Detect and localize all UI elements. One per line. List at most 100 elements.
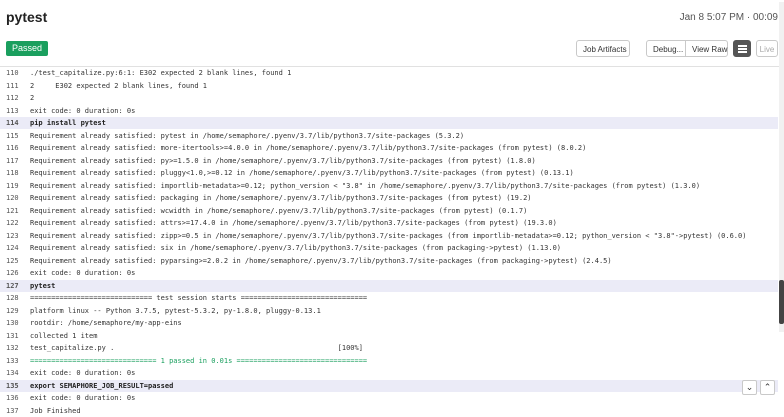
line-text: Requirement already satisfied: pytest in… — [30, 131, 465, 140]
line-text: Requirement already satisfied: pyparsing… — [30, 256, 612, 265]
line-number[interactable]: 127 — [6, 280, 24, 292]
log-line: 134 exit code: 0 duration: 0s — [0, 367, 778, 379]
line-text: Job Finished — [30, 406, 81, 415]
line-number[interactable]: 114 — [6, 117, 24, 129]
line-number[interactable]: 122 — [6, 217, 24, 229]
log-line: 117 Requirement already satisfied: py>=1.… — [0, 155, 778, 167]
line-text: Requirement already satisfied: py>=1.5.0… — [30, 156, 536, 165]
log-command-line[interactable]: 135 export SEMAPHORE_JOB_RESULT=passed — [0, 379, 778, 392]
log-command-line[interactable]: 127 pytest — [0, 279, 778, 292]
line-number[interactable]: 116 — [6, 142, 24, 154]
line-number[interactable]: 117 — [6, 155, 24, 167]
line-text: Requirement already satisfied: importlib… — [30, 181, 701, 190]
line-text: ./test_capitalize.py:6:1: E302 expected … — [30, 69, 292, 77]
line-text: pip install pytest — [30, 119, 106, 127]
line-number[interactable]: 123 — [6, 230, 24, 242]
line-text: Requirement already satisfied: pluggy<1.… — [30, 169, 574, 177]
debug-button[interactable]: Debug... — [646, 40, 686, 57]
live-button[interactable]: Live — [756, 40, 778, 57]
line-number[interactable]: 126 — [6, 267, 24, 279]
log-line: 118 Requirement already satisfied: pluggy… — [0, 167, 778, 179]
line-number[interactable]: 129 — [6, 305, 24, 317]
status-badge: Passed — [6, 41, 49, 56]
page-header: pytest Jan 8 5:07 PM · 00:09 — [0, 0, 784, 32]
line-number[interactable]: 125 — [6, 255, 24, 267]
log-line: 132 test_capitalize.py . [100%] — [0, 342, 778, 354]
line-text: 2 E302 expected 2 blank lines, found 1 — [30, 81, 208, 90]
line-text: export SEMAPHORE_JOB_RESULT=passed — [30, 381, 174, 390]
chevron-up-icon: ⌃ — [763, 382, 772, 392]
log-line: 131 collected 1 item — [0, 330, 778, 342]
line-number[interactable]: 110 — [6, 67, 24, 79]
log-line: 126 exit code: 0 duration: 0s — [0, 267, 778, 279]
log-scrollbar[interactable] — [779, 2, 784, 332]
line-text: ============================== 1 passed … — [30, 356, 368, 365]
line-text: Requirement already satisfied: six in /h… — [30, 244, 562, 252]
line-text: 2 — [30, 94, 35, 102]
log-line: 123 Requirement already satisfied: zipp>=… — [0, 230, 778, 242]
log-line: 130 rootdir: /home/semaphore/my-app-eins — [0, 317, 778, 329]
log-line: 137 Job Finished — [0, 405, 778, 417]
line-text: ============================= test sessi… — [30, 294, 368, 302]
scroll-down-button[interactable]: ⌄ — [742, 380, 757, 395]
log-menu-button[interactable] — [733, 40, 751, 57]
line-text: exit code: 0 duration: 0s — [30, 369, 136, 377]
line-number[interactable]: 137 — [6, 405, 24, 417]
line-number[interactable]: 133 — [6, 355, 24, 367]
hamburger-icon — [737, 45, 747, 53]
line-number[interactable]: 118 — [6, 167, 24, 179]
log-line: 115 Requirement already satisfied: pytest… — [0, 130, 778, 142]
log-line: 129 platform linux -- Python 3.7.5, pytes… — [0, 305, 778, 317]
line-number[interactable]: 111 — [6, 80, 24, 92]
line-text: Requirement already satisfied: more-iter… — [30, 144, 587, 152]
log-line: 110 ./test_capitalize.py:6:1: E302 expect… — [0, 67, 778, 79]
line-number[interactable]: 130 — [6, 317, 24, 329]
log-line: 112 2 — [0, 92, 778, 104]
line-number[interactable]: 119 — [6, 180, 24, 192]
view-raw-button[interactable]: View Raw — [685, 40, 728, 57]
line-text: pytest — [30, 281, 56, 290]
log-line: 120 Requirement already satisfied: packag… — [0, 192, 778, 204]
line-text: exit code: 0 duration: 0s — [30, 106, 136, 115]
line-number[interactable]: 134 — [6, 367, 24, 379]
job-artifacts-button[interactable]: Job Artifacts — [576, 40, 630, 57]
scroll-up-button[interactable]: ⌃ — [760, 380, 775, 395]
job-timestamp: Jan 8 5:07 PM · 00:09 — [679, 12, 778, 23]
line-text: exit code: 0 duration: 0s — [30, 269, 136, 277]
log-line: 113 exit code: 0 duration: 0s — [0, 105, 778, 117]
log-line: 116 Requirement already satisfied: more-i… — [0, 142, 778, 154]
scrollbar-thumb[interactable] — [779, 280, 784, 324]
job-toolbar: Passed Job Artifacts Debug... View Raw L… — [0, 38, 784, 60]
line-number[interactable]: 112 — [6, 92, 24, 104]
log-line: 124 Requirement already satisfied: six in… — [0, 242, 778, 254]
line-text: rootdir: /home/semaphore/my-app-eins — [30, 319, 182, 327]
line-number[interactable]: 115 — [6, 130, 24, 142]
log-command-line[interactable]: 114 pip install pytest — [0, 117, 778, 129]
line-text: collected 1 item — [30, 331, 98, 340]
line-number[interactable]: 136 — [6, 392, 24, 404]
line-number[interactable]: 124 — [6, 242, 24, 254]
log-line: 133 ============================== 1 pass… — [0, 355, 778, 367]
line-number[interactable]: 132 — [6, 342, 24, 354]
log-line: 119 Requirement already satisfied: import… — [0, 180, 778, 192]
line-text: Requirement already satisfied: zipp>=0.5… — [30, 231, 747, 240]
line-text: Requirement already satisfied: attrs>=17… — [30, 219, 557, 227]
line-text: Requirement already satisfied: packaging… — [30, 194, 532, 202]
line-text: test_capitalize.py . [100%] — [30, 344, 363, 352]
chevron-down-icon: ⌄ — [745, 382, 754, 392]
line-number[interactable]: 135 — [6, 380, 24, 392]
log-line: 121 Requirement already satisfied: wcwidt… — [0, 205, 778, 217]
job-log: 110 ./test_capitalize.py:6:1: E302 expect… — [0, 66, 784, 415]
line-number[interactable]: 113 — [6, 105, 24, 117]
line-number[interactable]: 131 — [6, 330, 24, 342]
line-number[interactable]: 120 — [6, 192, 24, 204]
job-title: pytest — [6, 9, 48, 25]
log-line: 122 Requirement already satisfied: attrs>… — [0, 217, 778, 229]
line-number[interactable]: 121 — [6, 205, 24, 217]
log-line: 125 Requirement already satisfied: pypars… — [0, 255, 778, 267]
line-number[interactable]: 128 — [6, 292, 24, 304]
line-text: exit code: 0 duration: 0s — [30, 394, 136, 402]
log-line: 136 exit code: 0 duration: 0s — [0, 392, 778, 404]
line-text: platform linux -- Python 3.7.5, pytest-5… — [30, 306, 321, 315]
line-text: Requirement already satisfied: wcwidth i… — [30, 206, 528, 215]
